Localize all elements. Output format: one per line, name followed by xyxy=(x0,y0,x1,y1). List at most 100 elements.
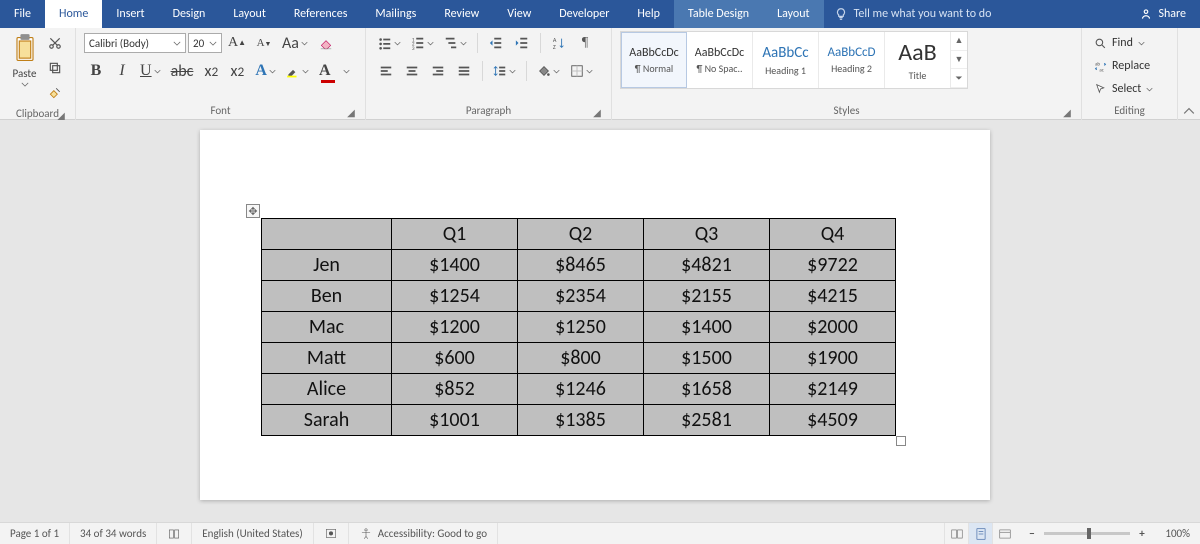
share-button[interactable]: Share xyxy=(1125,0,1200,28)
styles-scroll-more[interactable]: ⏷ xyxy=(951,69,967,88)
font-launcher[interactable]: ◢ xyxy=(345,106,357,118)
cell[interactable]: $2000 xyxy=(770,312,896,343)
cell[interactable]: $8465 xyxy=(518,250,644,281)
document-table[interactable]: Q1Q2Q3Q4Jen$1400$8465$4821$9722Ben$1254$… xyxy=(261,218,896,436)
table-move-handle[interactable]: ✥ xyxy=(246,204,260,218)
cell[interactable]: $1200 xyxy=(392,312,518,343)
table-header-q4[interactable]: Q4 xyxy=(770,219,896,250)
tab-file[interactable]: File xyxy=(0,0,45,28)
find-button[interactable]: Find xyxy=(1090,33,1157,53)
tab-home[interactable]: Home xyxy=(45,0,102,28)
styles-gallery[interactable]: AaBbCcDc¶ NormalAaBbCcDc¶ No Spac..AaBbC… xyxy=(620,31,968,89)
table-corner[interactable] xyxy=(262,219,392,250)
decrease-indent-button[interactable] xyxy=(485,32,507,54)
view-print-layout[interactable] xyxy=(968,523,992,544)
cell[interactable]: $1385 xyxy=(518,405,644,436)
cell[interactable]: $2149 xyxy=(770,374,896,405)
select-button[interactable]: Select xyxy=(1090,79,1157,99)
table-row[interactable]: Matt$600$800$1500$1900 xyxy=(262,343,896,374)
row-name[interactable]: Mac xyxy=(262,312,392,343)
row-name[interactable]: Sarah xyxy=(262,405,392,436)
table-row[interactable]: Alice$852$1246$1658$2149 xyxy=(262,374,896,405)
superscript-button[interactable]: x2 xyxy=(226,60,248,82)
row-name[interactable]: Ben xyxy=(262,281,392,312)
clear-formatting-button[interactable] xyxy=(315,32,337,54)
bullets-button[interactable] xyxy=(375,32,404,54)
justify-button[interactable] xyxy=(453,60,475,82)
tab-help[interactable]: Help xyxy=(623,0,674,28)
tell-me-search[interactable]: Tell me what you want to do xyxy=(824,7,1126,21)
style--normal[interactable]: AaBbCcDc¶ Normal xyxy=(621,32,687,88)
table-row[interactable]: Jen$1400$8465$4821$9722 xyxy=(262,250,896,281)
styles-scroll-up[interactable]: ▲ xyxy=(951,32,967,51)
zoom-out-button[interactable]: − xyxy=(1026,527,1038,540)
multilevel-list-button[interactable] xyxy=(441,32,470,54)
style-heading-1[interactable]: AaBbCcHeading 1 xyxy=(753,32,819,88)
cell[interactable]: $2354 xyxy=(518,281,644,312)
cell[interactable]: $2581 xyxy=(644,405,770,436)
style-title[interactable]: AaBTitle xyxy=(885,32,951,88)
align-left-button[interactable] xyxy=(375,60,397,82)
font-name-combo[interactable]: Calibri (Body) xyxy=(84,33,186,53)
table-header-q1[interactable]: Q1 xyxy=(392,219,518,250)
copy-button[interactable] xyxy=(44,57,66,79)
align-center-button[interactable] xyxy=(401,60,423,82)
style--no-spac-[interactable]: AaBbCcDc¶ No Spac.. xyxy=(687,32,753,88)
zoom-slider[interactable] xyxy=(1044,532,1130,535)
tab-review[interactable]: Review xyxy=(430,0,493,28)
text-effects-button[interactable]: A xyxy=(252,60,279,82)
tab-table-design[interactable]: Table Design xyxy=(674,0,763,28)
cell[interactable]: $800 xyxy=(518,343,644,374)
cell[interactable]: $1246 xyxy=(518,374,644,405)
cell[interactable]: $2155 xyxy=(644,281,770,312)
row-name[interactable]: Jen xyxy=(262,250,392,281)
document-workspace[interactable]: ✥ Q1Q2Q3Q4Jen$1400$8465$4821$9722Ben$125… xyxy=(0,120,1200,522)
font-color-button[interactable]: A xyxy=(316,60,353,82)
status-page[interactable]: Page 1 of 1 xyxy=(0,523,70,544)
line-spacing-button[interactable] xyxy=(490,60,519,82)
highlight-button[interactable] xyxy=(283,60,312,82)
font-size-combo[interactable]: 20 xyxy=(188,33,222,53)
cell[interactable]: $1900 xyxy=(770,343,896,374)
cell[interactable]: $1254 xyxy=(392,281,518,312)
collapse-ribbon-button[interactable] xyxy=(1178,28,1200,119)
cell[interactable]: $4821 xyxy=(644,250,770,281)
underline-button[interactable]: U xyxy=(137,60,164,82)
shrink-font-button[interactable]: A▼ xyxy=(253,32,275,54)
cell[interactable]: $1001 xyxy=(392,405,518,436)
grow-font-button[interactable]: A▲ xyxy=(225,32,249,54)
table-row[interactable]: Sarah$1001$1385$2581$4509 xyxy=(262,405,896,436)
status-spellcheck[interactable] xyxy=(157,523,192,544)
tab-references[interactable]: References xyxy=(280,0,362,28)
table-header-q2[interactable]: Q2 xyxy=(518,219,644,250)
table-header-q3[interactable]: Q3 xyxy=(644,219,770,250)
paste-button[interactable]: Paste xyxy=(11,31,39,87)
cell[interactable]: $852 xyxy=(392,374,518,405)
table-resize-handle[interactable] xyxy=(896,436,906,446)
paragraph-launcher[interactable]: ◢ xyxy=(591,106,603,118)
change-case-button[interactable]: Aa xyxy=(279,32,311,54)
strikethrough-button[interactable]: abc xyxy=(168,60,197,82)
tab-developer[interactable]: Developer xyxy=(545,0,623,28)
styles-launcher[interactable]: ◢ xyxy=(1061,106,1073,118)
cell[interactable]: $1500 xyxy=(644,343,770,374)
status-language[interactable]: English (United States) xyxy=(192,523,313,544)
cell[interactable]: $1400 xyxy=(644,312,770,343)
styles-scroll-down[interactable]: ▼ xyxy=(951,51,967,70)
row-name[interactable]: Matt xyxy=(262,343,392,374)
cut-button[interactable] xyxy=(44,32,66,54)
tab-insert[interactable]: Insert xyxy=(102,0,158,28)
tab-layout[interactable]: Layout xyxy=(763,0,824,28)
tab-layout[interactable]: Layout xyxy=(219,0,280,28)
replace-button[interactable]: abac Replace xyxy=(1090,56,1157,76)
status-words[interactable]: 34 of 34 words xyxy=(70,523,157,544)
increase-indent-button[interactable] xyxy=(511,32,533,54)
cell[interactable]: $1658 xyxy=(644,374,770,405)
subscript-button[interactable]: x2 xyxy=(200,60,222,82)
italic-button[interactable]: I xyxy=(111,60,133,82)
table-row[interactable]: Mac$1200$1250$1400$2000 xyxy=(262,312,896,343)
row-name[interactable]: Alice xyxy=(262,374,392,405)
cell[interactable]: $4509 xyxy=(770,405,896,436)
cell[interactable]: $4215 xyxy=(770,281,896,312)
view-read-mode[interactable] xyxy=(944,523,968,544)
